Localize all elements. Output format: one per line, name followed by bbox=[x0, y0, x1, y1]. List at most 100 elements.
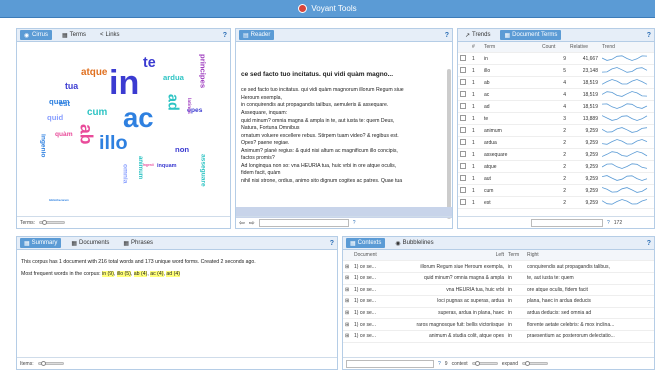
cloud-word[interactable]: atque bbox=[81, 68, 107, 78]
reader-search-input[interactable] bbox=[258, 218, 349, 227]
frequent-word[interactable]: in (9) bbox=[102, 271, 114, 278]
row-checkbox[interactable] bbox=[458, 136, 470, 150]
col-count[interactable]: Count bbox=[540, 42, 568, 54]
cloud-word[interactable]: ingenii bbox=[143, 163, 154, 167]
table-row[interactable]: 1 assequare 2 9,259 bbox=[458, 148, 654, 162]
frequent-word[interactable]: illo (5) bbox=[116, 271, 131, 278]
contexts-search-input[interactable] bbox=[346, 359, 434, 368]
row-checkbox[interactable] bbox=[458, 64, 470, 78]
cloud-word[interactable]: ab bbox=[77, 124, 97, 145]
help-icon[interactable]: ? bbox=[445, 32, 449, 39]
table-row[interactable]: ⊞ 1) ce se... vna HEURIA tua, huic vrbi in o… bbox=[343, 284, 654, 297]
context-slider[interactable] bbox=[471, 361, 498, 366]
table-row[interactable]: ⊞ 1) ce se... superas, ardua in plana, hae… bbox=[343, 307, 654, 320]
expand-slider[interactable] bbox=[522, 361, 549, 366]
table-row[interactable]: 1 ardua 2 9,259 bbox=[458, 136, 654, 150]
tab-documents[interactable]: ▦ Documents bbox=[67, 238, 113, 248]
table-row[interactable]: ⊞ 1) ce se... loci pugnas ac superas, ardu… bbox=[343, 295, 654, 308]
help-icon[interactable]: ? bbox=[607, 220, 610, 226]
table-row[interactable]: 1 in 9 41,667 bbox=[458, 52, 654, 66]
row-checkbox[interactable] bbox=[458, 196, 470, 210]
frequent-word[interactable]: ac (4) bbox=[150, 271, 164, 278]
col-relative[interactable]: Relative bbox=[568, 42, 600, 54]
help-icon[interactable]: ? bbox=[330, 240, 334, 247]
cloud-word[interactable]: non bbox=[175, 146, 189, 154]
cloud-word[interactable]: ingenio bbox=[39, 134, 47, 157]
tab-document-terms[interactable]: ▦ Document Terms bbox=[500, 30, 562, 40]
tab-summary[interactable]: ▦ Summary bbox=[20, 238, 62, 248]
cloud-word[interactable]: inquam bbox=[157, 163, 177, 170]
terms-slider[interactable] bbox=[39, 220, 65, 225]
cloud-word[interactable]: ac bbox=[123, 104, 154, 132]
table-row[interactable]: 1 atque 2 9,259 bbox=[458, 160, 654, 174]
cloud-word[interactable]: omnia bbox=[121, 164, 129, 183]
tab-cirrus[interactable]: ◉ Cirrus bbox=[20, 30, 52, 40]
table-row[interactable]: ⊞ 1) ce se... raros magnosque fuit: bellis… bbox=[343, 318, 654, 331]
cloud-word[interactable]: ardua bbox=[163, 74, 184, 82]
cloud-word[interactable]: bibliothecarum bbox=[49, 199, 69, 203]
col-term[interactable]: Term bbox=[482, 42, 540, 54]
tab-trends[interactable]: ↗ Trends bbox=[461, 30, 494, 40]
table-row[interactable]: ⊞ 1) ce se... animum & studia colit, atque… bbox=[343, 330, 654, 343]
frequent-word[interactable]: ad (4) bbox=[166, 271, 180, 278]
col-trend[interactable]: Trend bbox=[600, 42, 654, 54]
next-arrow-icon[interactable]: ⇨ bbox=[249, 219, 255, 227]
help-icon[interactable]: ? bbox=[353, 220, 356, 226]
expand-icon[interactable]: ⊞ bbox=[343, 272, 352, 285]
table-row[interactable]: 1 aut 2 9,259 bbox=[458, 172, 654, 186]
row-checkbox[interactable] bbox=[458, 172, 470, 186]
cloud-word[interactable]: latinus bbox=[185, 98, 191, 114]
cloud-word[interactable]: ad bbox=[164, 94, 180, 111]
row-checkbox[interactable] bbox=[458, 100, 470, 114]
row-checkbox[interactable] bbox=[458, 88, 470, 102]
expand-icon[interactable]: ⊞ bbox=[343, 307, 352, 320]
row-checkbox[interactable] bbox=[458, 160, 470, 174]
prev-arrow-icon[interactable]: ⇦ bbox=[239, 219, 245, 227]
row-checkbox[interactable] bbox=[458, 124, 470, 138]
cloud-word[interactable]: tua bbox=[65, 82, 78, 91]
help-icon[interactable]: ? bbox=[438, 361, 441, 367]
table-row[interactable]: 1 cum 2 9,259 bbox=[458, 184, 654, 198]
expand-icon[interactable]: ⊞ bbox=[343, 318, 352, 331]
expand-icon[interactable]: ⊞ bbox=[343, 330, 352, 343]
tab-terms[interactable]: ▦ Terms bbox=[58, 30, 90, 40]
cloud-word[interactable]: quam bbox=[49, 98, 70, 106]
cloud-word[interactable]: animum bbox=[137, 156, 143, 179]
row-checkbox[interactable] bbox=[458, 52, 470, 66]
table-row[interactable]: 1 ac 4 18,519 bbox=[458, 88, 654, 102]
row-checkbox[interactable] bbox=[458, 184, 470, 198]
cloud-word[interactable]: quàm bbox=[55, 131, 73, 139]
tab-phrases[interactable]: ▦ Phrases bbox=[119, 238, 157, 248]
cloud-word[interactable]: illo bbox=[99, 133, 128, 154]
cloud-word[interactable]: quid bbox=[47, 114, 63, 122]
row-checkbox[interactable] bbox=[458, 112, 470, 126]
table-row[interactable]: 1 te 3 13,889 bbox=[458, 112, 654, 126]
table-row[interactable]: 1 illo 5 23,148 bbox=[458, 64, 654, 78]
help-icon[interactable]: ? bbox=[223, 32, 227, 39]
frequent-word[interactable]: ab (4) bbox=[133, 271, 148, 278]
expand-icon[interactable]: ⊞ bbox=[343, 260, 352, 273]
expand-icon[interactable]: ⊞ bbox=[343, 295, 352, 308]
reader-scrollbar[interactable] bbox=[447, 69, 451, 219]
table-row[interactable]: ⊞ 1) ce se... quid minum? omnia magna & am… bbox=[343, 272, 654, 285]
cloud-word[interactable]: asseguare bbox=[199, 154, 207, 187]
tab-links[interactable]: < Links bbox=[96, 30, 124, 40]
table-row[interactable]: 1 animum 2 9,259 bbox=[458, 124, 654, 138]
cloud-word[interactable]: cum bbox=[87, 108, 107, 118]
tab-contexts[interactable]: ▦ Contexts bbox=[346, 238, 386, 248]
table-row[interactable]: 1 ad 4 18,519 bbox=[458, 100, 654, 114]
col-term[interactable]: Term bbox=[506, 250, 525, 262]
help-icon[interactable]: ? bbox=[647, 240, 651, 247]
cloud-word[interactable]: in bbox=[109, 66, 139, 100]
col-left[interactable]: Left bbox=[388, 250, 506, 262]
col-right[interactable]: Right bbox=[525, 250, 654, 262]
table-row[interactable]: ⊞ 1) ce se... illorum Regum siue Heroum ex… bbox=[343, 260, 654, 273]
tab-bubblelines[interactable]: ◉ Bubblelines bbox=[391, 238, 437, 248]
row-checkbox[interactable] bbox=[458, 76, 470, 90]
table-row[interactable]: 1 ab 4 18,519 bbox=[458, 76, 654, 90]
tab-reader[interactable]: ▤ Reader bbox=[239, 30, 275, 40]
trends-search-input[interactable] bbox=[531, 218, 603, 227]
cloud-word[interactable]: principes bbox=[199, 54, 208, 88]
col-document[interactable]: Document bbox=[352, 250, 388, 262]
expand-icon[interactable]: ⊞ bbox=[343, 284, 352, 297]
